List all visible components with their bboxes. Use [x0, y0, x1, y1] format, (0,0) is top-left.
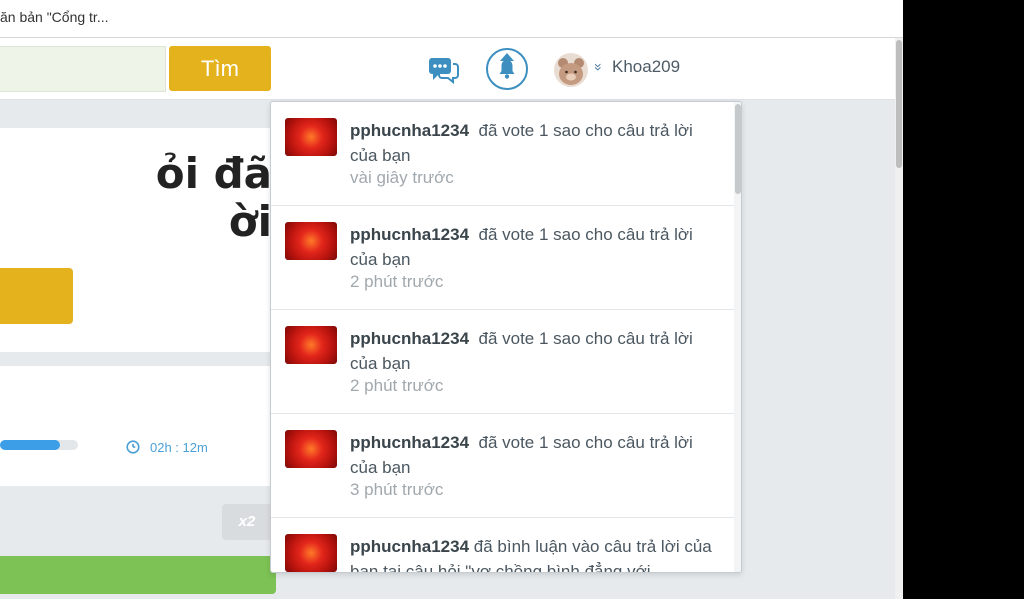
flower-avatar-icon — [285, 222, 337, 260]
username-label[interactable]: Khoa209 — [612, 57, 680, 77]
x2-badge[interactable]: x2 — [222, 504, 272, 540]
flower-avatar-icon — [285, 326, 337, 364]
bear-avatar-icon — [558, 58, 584, 85]
user-menu-chevron-icon[interactable]: » — [591, 63, 607, 71]
chat-bubbles-icon[interactable] — [427, 55, 459, 85]
notification-user[interactable]: pphucnha1234 — [350, 537, 469, 556]
notification-item[interactable]: pphucnha1234 đã bình luận vào câu trả lờ… — [271, 518, 734, 572]
site-header: Tìm » Khoa209 — [0, 38, 895, 100]
user-avatar[interactable] — [554, 53, 588, 87]
notification-time: vài giây trước — [350, 168, 454, 187]
notification-user[interactable]: pphucnha1234 — [350, 329, 469, 348]
popover-caret — [500, 53, 514, 61]
clock-icon — [126, 440, 140, 454]
notification-user[interactable]: pphucnha1234 — [350, 121, 469, 140]
page-scrollbar-thumb[interactable] — [896, 40, 902, 168]
progress-fill — [0, 440, 60, 450]
notification-item[interactable]: pphucnha1234 đã vote 1 sao cho câu trả l… — [271, 102, 734, 206]
tab-strip: ăn bản "Cổng tr... — [0, 0, 903, 38]
notification-scrollbar-thumb[interactable] — [735, 104, 741, 194]
question-heading: ỏi đã ời — [155, 149, 272, 246]
notification-popover: pphucnha1234 đã vote 1 sao cho câu trả l… — [270, 101, 742, 573]
notification-text: pphucnha1234 đã vote 1 sao cho câu trả l… — [350, 222, 720, 272]
black-margin — [903, 0, 1024, 599]
notification-text: pphucnha1234 đã vote 1 sao cho câu trả l… — [350, 118, 720, 168]
flower-avatar-icon — [285, 430, 337, 468]
flower-avatar-icon — [285, 118, 337, 156]
search-input[interactable] — [0, 46, 166, 92]
flower-avatar-icon — [285, 534, 337, 572]
notification-user[interactable]: pphucnha1234 — [350, 433, 469, 452]
search-button[interactable]: Tìm — [169, 46, 271, 91]
timer-card — [0, 366, 272, 486]
notification-text: pphucnha1234 đã vote 1 sao cho câu trả l… — [350, 430, 720, 480]
notification-item[interactable]: pphucnha1234 đã vote 1 sao cho câu trả l… — [271, 310, 734, 414]
timer-text: 02h : 12m — [150, 440, 208, 455]
answer-button[interactable] — [0, 268, 73, 324]
notification-text: pphucnha1234 đã vote 1 sao cho câu trả l… — [350, 326, 720, 376]
submit-button[interactable] — [0, 556, 276, 594]
notification-item[interactable]: pphucnha1234 đã vote 1 sao cho câu trả l… — [271, 414, 734, 518]
bell-icon — [499, 60, 515, 79]
notification-time: 2 phút trước — [350, 272, 444, 291]
tab-title[interactable]: ăn bản "Cổng tr... — [0, 9, 109, 25]
notification-user[interactable]: pphucnha1234 — [350, 225, 469, 244]
notification-list: pphucnha1234 đã vote 1 sao cho câu trả l… — [271, 102, 734, 572]
notification-item[interactable]: pphucnha1234 đã vote 1 sao cho câu trả l… — [271, 206, 734, 310]
notification-text: pphucnha1234 đã bình luận vào câu trả lờ… — [350, 534, 720, 572]
browser-viewport: ăn bản "Cổng tr... Tìm » Khoa209 ỏi đã ờ… — [0, 0, 903, 599]
notification-time: 2 phút trước — [350, 376, 444, 395]
notification-time: 3 phút trước — [350, 480, 444, 499]
